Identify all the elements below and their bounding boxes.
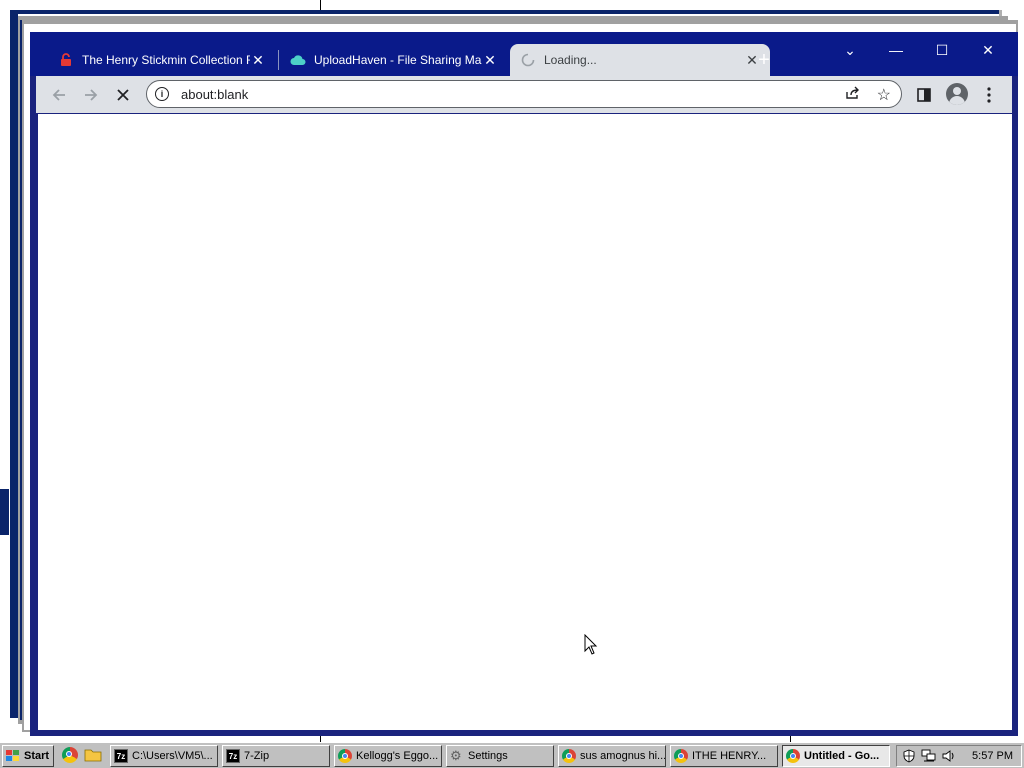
shield-icon[interactable] bbox=[901, 748, 917, 764]
arrow-left-icon bbox=[52, 89, 65, 101]
taskbar-button[interactable]: 7z C:\Users\VM5\... bbox=[110, 745, 218, 767]
taskbar-button[interactable]: 7z 7-Zip bbox=[222, 745, 330, 767]
close-icon[interactable]: ✕ bbox=[482, 52, 498, 68]
start-button[interactable]: Start bbox=[2, 745, 54, 767]
chrome-icon bbox=[562, 749, 576, 763]
network-icon[interactable] bbox=[921, 748, 937, 764]
chrome-icon bbox=[786, 749, 800, 763]
tab-title: The Henry Stickmin Collection F bbox=[82, 53, 250, 67]
tab-title: Loading... bbox=[544, 53, 597, 67]
chrome-icon bbox=[338, 749, 352, 763]
volume-icon[interactable] bbox=[941, 748, 957, 764]
chrome-icon bbox=[674, 749, 688, 763]
taskbar-button[interactable]: ITHE HENRY... bbox=[670, 745, 778, 767]
back-button[interactable] bbox=[46, 82, 72, 108]
desktop-fragment bbox=[0, 489, 9, 535]
minimize-button[interactable]: — bbox=[876, 36, 916, 64]
address-text: about:blank bbox=[181, 87, 249, 102]
lock-icon bbox=[58, 52, 74, 68]
maximize-button[interactable]: ☐ bbox=[922, 36, 962, 64]
windows-logo-icon bbox=[6, 750, 19, 761]
stop-icon bbox=[117, 89, 129, 101]
browser-toolbar: i about:blank ☆ bbox=[36, 76, 1012, 113]
system-tray: 5:57 PM bbox=[896, 745, 1022, 767]
tab-search-button[interactable]: ⌄ bbox=[830, 36, 870, 64]
tab-uploadhaven[interactable]: UploadHaven - File Sharing Ma ✕ bbox=[280, 44, 508, 76]
browser-window: The Henry Stickmin Collection F ✕ Upload… bbox=[30, 32, 1018, 736]
close-icon[interactable]: ✕ bbox=[250, 52, 266, 68]
tab-loading[interactable]: Loading... ✕ bbox=[510, 44, 770, 76]
tab-title: UploadHaven - File Sharing Ma bbox=[314, 53, 482, 67]
tab-henry-stickmin[interactable]: The Henry Stickmin Collection F ✕ bbox=[48, 44, 276, 76]
tab-strip: The Henry Stickmin Collection F ✕ Upload… bbox=[30, 32, 1018, 76]
desktop-line bbox=[320, 0, 321, 10]
taskbar-button[interactable]: ⚙ Settings bbox=[446, 745, 554, 767]
tab-separator bbox=[278, 50, 279, 70]
mouse-cursor-icon bbox=[584, 633, 598, 659]
start-label: Start bbox=[24, 750, 50, 762]
taskbar: Start 7z C:\Users\VM5\... 7z 7-Zip Kello… bbox=[0, 742, 1024, 768]
close-window-button[interactable]: ✕ bbox=[968, 36, 1008, 64]
gear-icon: ⚙ bbox=[450, 748, 462, 763]
side-panel-button[interactable] bbox=[911, 82, 937, 108]
clock[interactable]: 5:57 PM bbox=[972, 750, 1013, 762]
spinner-icon bbox=[520, 52, 536, 68]
folder-quicklaunch-icon[interactable] bbox=[84, 747, 102, 765]
chrome-quicklaunch-icon[interactable] bbox=[62, 747, 80, 765]
7zip-icon: 7z bbox=[114, 749, 128, 763]
cloud-icon bbox=[290, 52, 306, 68]
share-icon[interactable] bbox=[845, 86, 861, 103]
taskbar-button[interactable]: sus amognus hi... bbox=[558, 745, 666, 767]
taskbar-button[interactable]: Kellogg's Eggo... bbox=[334, 745, 442, 767]
forward-button[interactable] bbox=[78, 82, 104, 108]
address-bar[interactable]: i about:blank ☆ bbox=[146, 80, 902, 108]
7zip-icon: 7z bbox=[226, 749, 240, 763]
side-panel-icon bbox=[917, 88, 931, 102]
page-content[interactable] bbox=[38, 114, 1012, 730]
profile-avatar[interactable] bbox=[946, 83, 968, 105]
stop-loading-button[interactable] bbox=[110, 82, 136, 108]
new-tab-button[interactable]: + bbox=[752, 48, 776, 72]
taskbar-button-active[interactable]: Untitled - Go... bbox=[782, 745, 890, 767]
arrow-right-icon bbox=[85, 89, 98, 101]
menu-kebab-icon[interactable] bbox=[976, 82, 1002, 108]
bookmark-star-icon[interactable]: ☆ bbox=[877, 85, 891, 105]
info-icon[interactable]: i bbox=[155, 87, 169, 101]
